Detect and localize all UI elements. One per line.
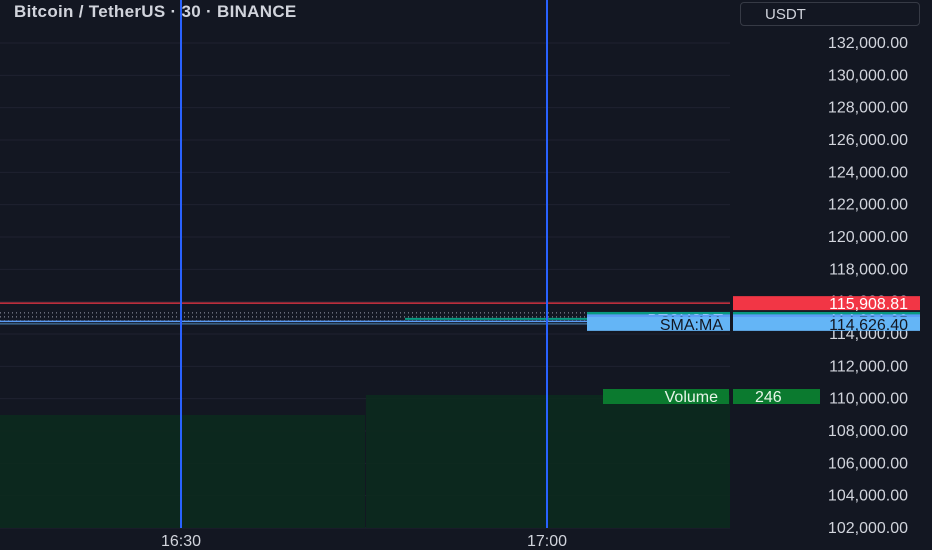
y-tick-label: 128,000.00 <box>828 100 908 117</box>
volume-bar <box>0 415 365 528</box>
y-tick-label: 126,000.00 <box>828 132 908 149</box>
series-value-label: 114,626.40 <box>829 317 908 334</box>
y-tick-label: 122,000.00 <box>828 197 908 214</box>
y-tick-label: 104,000.00 <box>828 488 908 505</box>
y-tick-label: 108,000.00 <box>828 423 908 440</box>
y-tick-label: 124,000.00 <box>828 164 908 181</box>
series-name-label: SMA:MA <box>660 317 723 334</box>
price-badge-label: 115,908.81 <box>829 296 908 313</box>
y-tick-label: 130,000.00 <box>828 67 908 84</box>
x-tick-label: 16:30 <box>161 533 201 550</box>
y-tick-label: 120,000.00 <box>828 229 908 246</box>
y-tick-label: 106,000.00 <box>828 455 908 472</box>
y-tick-label: 118,000.00 <box>829 261 908 278</box>
y-tick-label: 112,000.00 <box>829 358 908 375</box>
y-tick-label: 110,000.00 <box>829 391 908 408</box>
price-chart[interactable]: 132,000.00 130,000.00 128,000.00 126,000.00… <box>0 0 932 550</box>
y-tick-label: 102,000.00 <box>828 520 908 537</box>
x-tick-label: 17:00 <box>527 533 567 550</box>
volume-name-label: Volume <box>665 389 718 406</box>
currency-button[interactable]: USDT <box>740 2 920 26</box>
y-tick-label: 132,000.00 <box>828 35 908 52</box>
chart-panel[interactable]: 132,000.00 130,000.00 128,000.00 126,000.00… <box>0 0 932 550</box>
chart-title: Bitcoin / TetherUS · 30 · BINANCE <box>14 2 297 21</box>
volume-value-label: 246 <box>755 389 782 406</box>
